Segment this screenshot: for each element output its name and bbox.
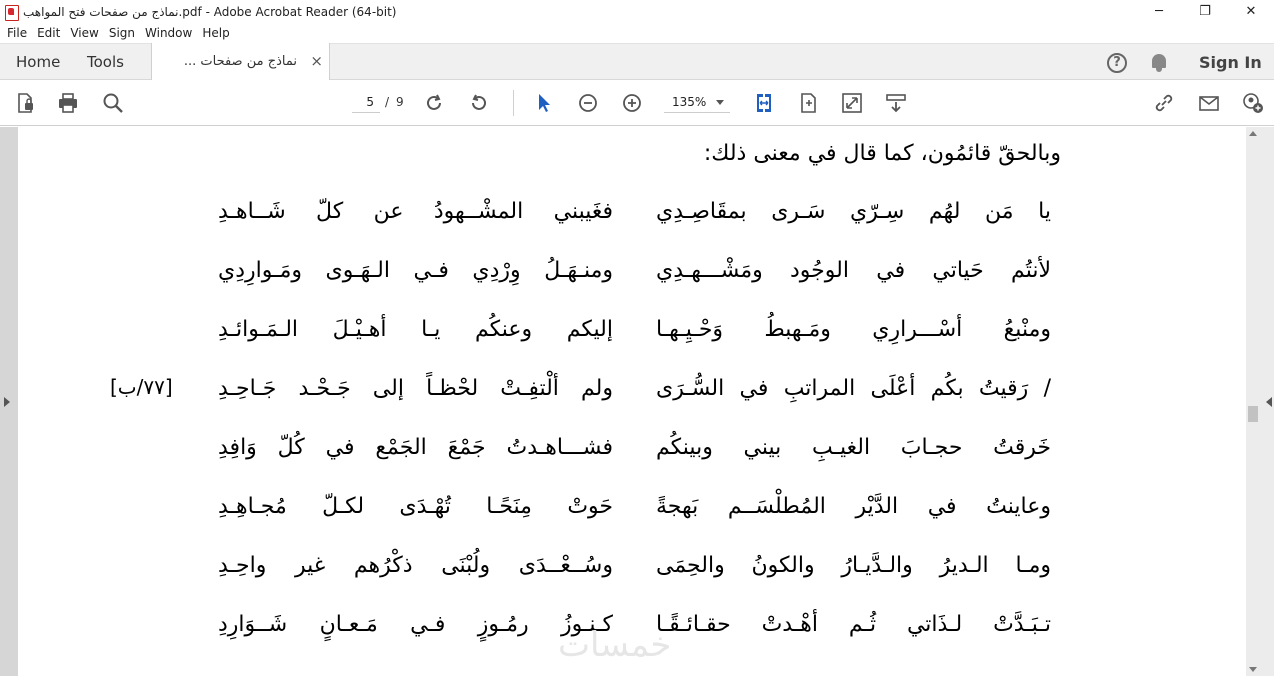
verse-7-first-hemistich: ومـا الـديرُ والـدَّيـارُ والكونُ والحِم… [656, 553, 1051, 578]
page-separator: / [385, 95, 390, 109]
save-file-icon[interactable] [13, 92, 37, 114]
fit-width-icon[interactable] [752, 92, 776, 114]
sign-in-button[interactable]: Sign In [1199, 44, 1262, 81]
menu-bar: File Edit View Sign Window Help [0, 23, 1274, 43]
scroll-up-icon[interactable] [1249, 131, 1257, 136]
left-panel-toggle-icon[interactable] [4, 397, 10, 407]
folio-marker: [٧٧/ب] [110, 375, 173, 399]
print-icon[interactable] [56, 92, 80, 114]
add-user-icon[interactable] [1241, 92, 1265, 114]
rotate-counterclockwise-icon[interactable] [467, 92, 491, 114]
scrolling-mode-icon[interactable] [884, 92, 908, 114]
close-tab-button[interactable]: × [310, 43, 323, 80]
email-icon[interactable] [1197, 92, 1221, 114]
verse-1-second-hemistich: فغَيبني المشْــهودُ عن كلّ شَــاهـدِ [218, 199, 613, 224]
verse-3-second-hemistich: إليكم وعنكُم يـا أهـيْـلَ الـمَـوائـدِ [218, 317, 613, 342]
vertical-scrollbar[interactable] [1246, 127, 1260, 676]
verse-5-second-hemistich: فشـــاهـدتُ جَمْعَ الجَمْع في كُلّ وَافِ… [218, 435, 613, 460]
notification-bell-icon[interactable] [1150, 53, 1168, 73]
tab-home[interactable]: Home [16, 44, 60, 80]
tab-document-label: نماذج من صفحات ... [183, 54, 297, 69]
toolbar: 5 / 9 135% [0, 80, 1274, 126]
window-controls: ─ ❐ ✕ [1136, 0, 1274, 23]
select-cursor-icon[interactable] [532, 92, 556, 114]
zoom-level-value: 135% [672, 95, 707, 109]
verse-5-first-hemistich: خَرقتُ حجـابَ الغيـبِ بيني وبينكُم [656, 435, 1051, 460]
verse-6-second-hemistich: حَوتْ مِنَحًـا تُهْـدَى لكـلّ مُجـاهِـدِ [218, 494, 613, 519]
tab-bar: Home Tools نماذج من صفحات ... × ? Sign I… [0, 43, 1274, 81]
verse-8-first-hemistich: تـبَـدَّتْ لـذَاتي ثُـم أهْـدتْ حقـائـقً… [656, 612, 1051, 637]
menu-edit[interactable]: Edit [32, 23, 65, 43]
search-icon[interactable] [101, 92, 125, 114]
zoom-in-icon[interactable] [620, 92, 644, 114]
close-window-button[interactable]: ✕ [1228, 0, 1274, 23]
zoom-out-icon[interactable] [576, 92, 600, 114]
toolbar-divider [513, 90, 514, 116]
tab-tools[interactable]: Tools [87, 44, 124, 80]
scroll-down-icon[interactable] [1249, 667, 1257, 672]
zoom-level-dropdown[interactable]: 135% [664, 91, 730, 113]
tab-document[interactable]: نماذج من صفحات ... × [151, 43, 330, 81]
verse-2-first-hemistich: لأنتُم حَياتي في الوجُود ومَشْـــهـدِي [656, 258, 1051, 283]
verse-8-second-hemistich: كـنـوزُ رمُـوزٍ فـي مَـعـانٍ شَــوَارِدِ [218, 612, 613, 637]
menu-view[interactable]: View [65, 23, 103, 43]
verse-4-second-hemistich: ولم ألْتفِـتْ لحْظـاً إلى جَـحْـد جَـاحِ… [218, 376, 613, 401]
verse-4-first-hemistich: / رَقيتُ بكُم أعْلَى المراتبِ في السُّـر… [656, 376, 1051, 401]
acrobat-icon [5, 4, 19, 21]
full-screen-icon[interactable] [840, 92, 864, 114]
page-total: 9 [396, 95, 404, 109]
full-page-icon[interactable] [796, 92, 820, 114]
page-number-input[interactable]: 5 [352, 91, 380, 113]
title-bar: نماذج من صفحات فتح المواهب.pdf - Adobe A… [0, 0, 1274, 23]
menu-file[interactable]: File [2, 23, 32, 43]
menu-help[interactable]: Help [197, 23, 234, 43]
verse-7-second-hemistich: وسُــعْــدَى ولُبْنَى ذكْرُهم غير واحِـد… [218, 553, 613, 578]
window-title: نماذج من صفحات فتح المواهب.pdf - Adobe A… [23, 4, 397, 19]
scroll-thumb[interactable] [1248, 406, 1258, 422]
rotate-clockwise-icon[interactable] [422, 92, 446, 114]
menu-window[interactable]: Window [140, 23, 197, 43]
maximize-button[interactable]: ❐ [1182, 0, 1228, 23]
verse-2-second-hemistich: ومنـهَـلُ وِرْدِي فـي الـهَـوى ومَـوارِد… [218, 258, 613, 283]
minimize-button[interactable]: ─ [1136, 0, 1182, 23]
verse-3-first-hemistich: ومنْبعُ أسْـــرارِي ومَـهبطُ وَحْـيِـهـا [656, 317, 1051, 342]
help-icon[interactable]: ? [1107, 53, 1127, 73]
pdf-page: وبالحقّ قائمُون، كما قال في معنى ذلك: يا… [18, 127, 1246, 676]
right-panel-toggle-icon[interactable] [1266, 397, 1272, 407]
right-panel-strip [1260, 127, 1274, 676]
verse-1-first-hemistich: يا مَن لهُم سِـرّي سَـرى بمقَاصِـدِي [656, 199, 1051, 224]
menu-sign[interactable]: Sign [104, 23, 140, 43]
chevron-down-icon [716, 100, 724, 105]
document-viewport[interactable]: وبالحقّ قائمُون، كما قال في معنى ذلك: يا… [0, 127, 1274, 676]
verse-6-first-hemistich: وعاينتُ في الدَّيْر المُطلْسَــم بَهجةً [656, 494, 1051, 519]
share-link-icon[interactable] [1152, 92, 1176, 114]
intro-line: وبالحقّ قائمُون، كما قال في معنى ذلك: [703, 141, 1061, 166]
watermark: خمسات [558, 625, 672, 665]
